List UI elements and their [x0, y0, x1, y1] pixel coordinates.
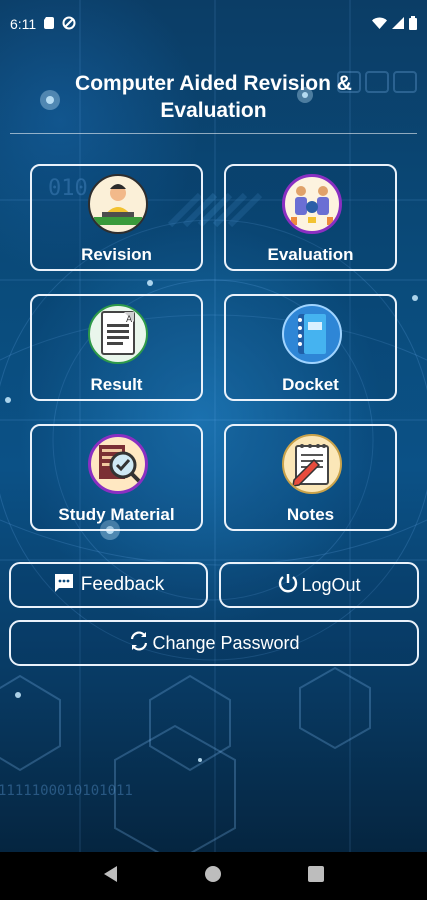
- sim-card-icon: [44, 16, 55, 32]
- home-icon[interactable]: [204, 865, 222, 888]
- evaluation-tile[interactable]: Evaluation: [224, 164, 397, 271]
- data-saver-icon: [62, 16, 76, 33]
- page-title: Computer Aided Revision & Evaluation: [0, 70, 427, 124]
- result-sheet-icon: A: [88, 304, 148, 364]
- result-tile[interactable]: A Result: [30, 294, 203, 401]
- magnifier-checklist-icon: [88, 434, 148, 494]
- title-line-2: Evaluation: [160, 99, 267, 122]
- status-bar: 6:11: [0, 0, 427, 48]
- revision-label: Revision: [81, 245, 152, 264]
- docket-label: Docket: [282, 375, 339, 394]
- binary-decoration-bottom: 1111100010101011: [0, 783, 133, 799]
- feedback-icon: [53, 572, 75, 599]
- back-icon[interactable]: [103, 865, 119, 888]
- svg-text:A: A: [126, 315, 133, 325]
- notebook-icon: [282, 304, 342, 364]
- battery-icon: [409, 15, 417, 33]
- title-line-1: Computer Aided Revision &: [75, 72, 352, 95]
- student-laptop-icon: [88, 174, 148, 234]
- change-password-label: Change Password: [152, 632, 300, 653]
- notes-label: Notes: [286, 505, 335, 524]
- logout-label: LogOut: [301, 574, 361, 595]
- feedback-label: Feedback: [80, 574, 165, 595]
- study-material-tile[interactable]: Study Material: [30, 424, 203, 531]
- revision-tile[interactable]: Revision: [30, 164, 203, 271]
- docket-tile[interactable]: Docket: [224, 294, 397, 401]
- app-screen: 010 1111100010101011 6:11 Computer Aided…: [0, 0, 427, 852]
- title-divider: [10, 133, 417, 134]
- evaluation-label: Evaluation: [267, 245, 354, 264]
- recents-icon[interactable]: [308, 865, 325, 887]
- signal-icon: [392, 16, 404, 32]
- system-navigation-bar: [0, 852, 427, 900]
- notepad-pencil-icon: [282, 434, 342, 494]
- change-password-button[interactable]: Change Password: [9, 620, 419, 666]
- wifi-icon: [372, 16, 387, 32]
- refresh-icon: [128, 630, 150, 657]
- study-material-label: Study Material: [58, 505, 175, 524]
- feedback-button[interactable]: Feedback: [9, 562, 208, 608]
- evaluation-icon: [282, 174, 342, 234]
- notes-tile[interactable]: Notes: [224, 424, 397, 531]
- result-label: Result: [90, 375, 143, 394]
- logout-button[interactable]: LogOut: [219, 562, 419, 608]
- status-time: 6:11: [10, 16, 37, 32]
- power-icon: [277, 572, 299, 599]
